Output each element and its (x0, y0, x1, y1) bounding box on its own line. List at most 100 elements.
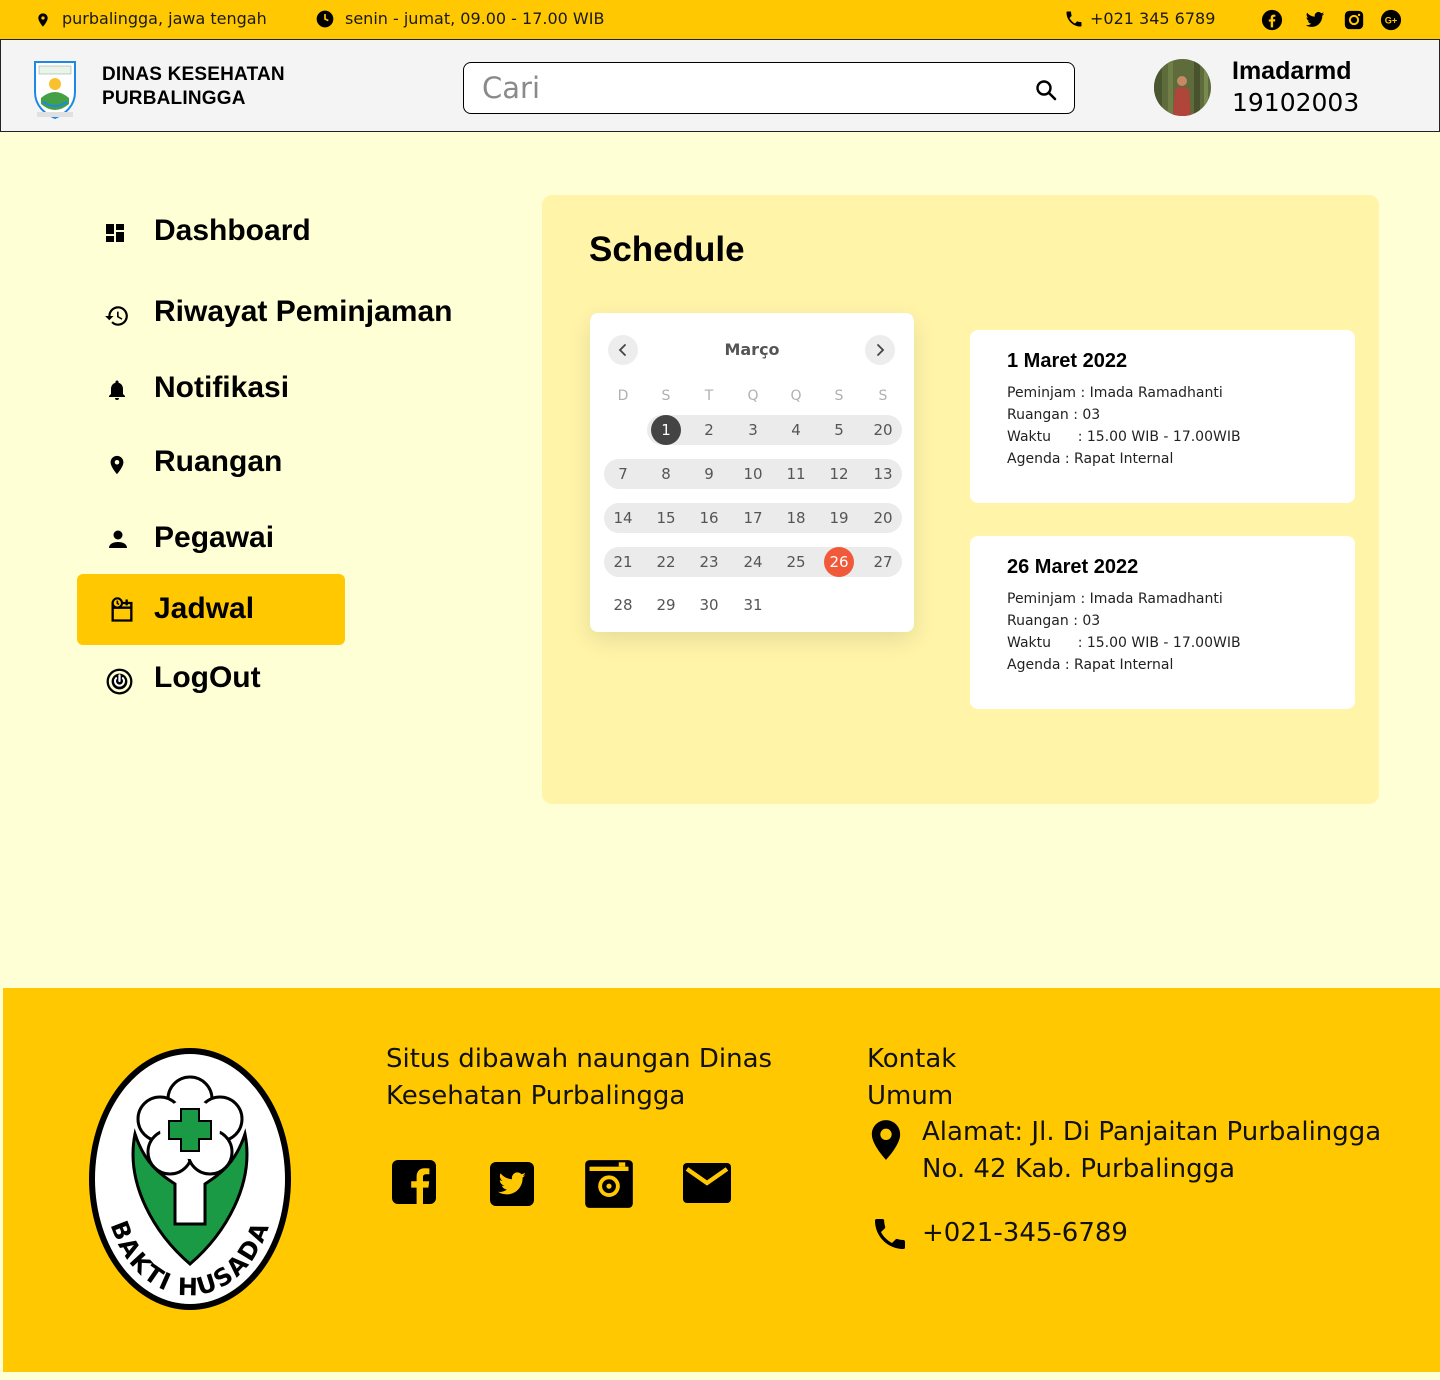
calendar-day[interactable]: 8 (651, 459, 681, 489)
calendar-day[interactable]: 14 (608, 503, 638, 533)
dinas-kesehatan-logo[interactable] (31, 56, 79, 120)
brand-line-2: PURBALINGGA (102, 88, 246, 109)
schedule-icon (108, 596, 136, 624)
schedule-card-date: 26 Maret 2022 (1007, 556, 1139, 578)
calendar-day[interactable]: 9 (694, 459, 724, 489)
bell-icon (105, 377, 129, 403)
sidebar-item-label: Pegawai (154, 521, 275, 554)
sidebar-item-ruangan[interactable]: Ruangan (77, 427, 345, 497)
calendar-week-highlight (647, 415, 902, 445)
google-plus-icon[interactable]: G+ (1380, 9, 1402, 31)
footer-address: Alamat: Jl. Di Panjaitan Purbalingga No.… (922, 1114, 1381, 1188)
calendar-day[interactable]: 5 (824, 415, 854, 445)
calendar-day[interactable]: 16 (694, 503, 724, 533)
sidebar-item-pegawai[interactable]: Pegawai (77, 503, 345, 573)
calendar-day[interactable]: 21 (608, 547, 638, 577)
calendar-day[interactable]: 13 (868, 459, 898, 489)
header: DINAS KESEHATAN PURBALINGGA Imadarmd 191… (0, 39, 1440, 132)
location-pin-icon (106, 452, 128, 478)
calendar-day[interactable]: 30 (694, 590, 724, 620)
location-pin-icon (869, 1118, 903, 1162)
calendar-weekday: S (878, 388, 888, 404)
instagram-icon[interactable] (1343, 9, 1365, 31)
brand-line-1: DINAS KESEHATAN (102, 64, 285, 85)
sidebar-item-jadwal[interactable]: Jadwal (77, 574, 345, 645)
calendar-day[interactable]: 31 (738, 590, 768, 620)
calendar-day[interactable]: 1 (651, 415, 681, 445)
calendar-weekday: Q (790, 388, 802, 404)
brand-name: DINAS KESEHATAN PURBALINGGA (102, 63, 285, 111)
calendar-day[interactable]: 28 (608, 590, 638, 620)
schedule-card-peminjam: Peminjam : Imada Ramadhanti (1007, 591, 1223, 607)
schedule-card-ruangan: Ruangan : 03 (1007, 613, 1101, 629)
svg-text:G+: G+ (1385, 16, 1397, 26)
calendar-day[interactable]: 26 (824, 547, 854, 577)
calendar-day[interactable]: 22 (651, 547, 681, 577)
search-input[interactable] (482, 69, 1022, 107)
calendar-weekday: Q (747, 388, 759, 404)
sidebar-item-dashboard[interactable]: Dashboard (77, 196, 345, 266)
footer-about-line-2: Kesehatan Purbalingga (386, 1081, 686, 1111)
bakti-husada-logo: BAKTI HUSADA (85, 1044, 295, 1314)
person-icon (106, 527, 130, 551)
schedule-card-agenda: Agenda : Rapat Internal (1007, 451, 1174, 467)
calendar-day[interactable]: 7 (608, 459, 638, 489)
calendar: Março D S T Q Q S S 1 2 3 4 5 20 7 8 9 10 11 12 13 14 15 16 17 1… (590, 313, 914, 632)
dashboard-icon (103, 221, 127, 245)
calendar-weekday: D (617, 388, 629, 404)
schedule-card-peminjam: Peminjam : Imada Ramadhanti (1007, 385, 1223, 401)
calendar-day[interactable]: 15 (651, 503, 681, 533)
search-icon[interactable] (1034, 78, 1058, 102)
user-name: Imadarmd (1232, 57, 1352, 85)
footer-address-line-1: Alamat: Jl. Di Panjaitan Purbalingga (922, 1117, 1382, 1147)
calendar-day[interactable]: 23 (694, 547, 724, 577)
search-box (463, 62, 1075, 114)
footer: BAKTI HUSADA Situs dibawah naungan Dinas… (3, 988, 1440, 1372)
sidebar-item-label: Notifikasi (154, 371, 290, 404)
twitter-icon[interactable] (1304, 10, 1326, 30)
history-icon (103, 303, 131, 329)
footer-contact-title-line-1: Kontak (867, 1044, 957, 1074)
calendar-day[interactable]: 20 (868, 503, 898, 533)
phone-icon (1064, 9, 1084, 29)
calendar-day[interactable]: 19 (824, 503, 854, 533)
calendar-day[interactable]: 25 (781, 547, 811, 577)
sidebar-item-notifikasi[interactable]: Notifikasi (77, 353, 345, 423)
mail-icon[interactable] (681, 1161, 733, 1205)
sidebar-item-label: Jadwal (154, 592, 255, 625)
schedule-card[interactable]: 1 Maret 2022 Peminjam : Imada Ramadhanti… (970, 330, 1355, 503)
instagram-icon[interactable] (583, 1158, 635, 1210)
calendar-day[interactable]: 27 (868, 547, 898, 577)
calendar-day[interactable]: 24 (738, 547, 768, 577)
calendar-next-button[interactable] (865, 335, 895, 365)
sidebar-item-riwayat-peminjaman[interactable]: Riwayat Peminjaman (77, 277, 452, 347)
calendar-day[interactable]: 17 (738, 503, 768, 533)
calendar-day[interactable]: 12 (824, 459, 854, 489)
avatar[interactable] (1154, 59, 1211, 116)
phone-text: +021 345 6789 (1090, 9, 1216, 28)
calendar-day[interactable]: 18 (781, 503, 811, 533)
office-hours-text: senin - jumat, 09.00 - 17.00 WIB (345, 9, 605, 28)
user-id: 19102003 (1232, 88, 1360, 117)
sidebar-item-logout[interactable]: LogOut (77, 643, 345, 713)
footer-about-line-1: Situs dibawah naungan Dinas (386, 1044, 773, 1074)
twitter-icon[interactable] (488, 1160, 536, 1208)
sidebar-item-label: Riwayat Peminjaman (154, 295, 453, 328)
calendar-weekday: S (661, 388, 671, 404)
calendar-day[interactable]: 10 (738, 459, 768, 489)
location-text: purbalingga, jawa tengah (62, 9, 267, 28)
schedule-card-agenda: Agenda : Rapat Internal (1007, 657, 1174, 673)
calendar-day[interactable]: 20 (868, 415, 898, 445)
calendar-day[interactable]: 11 (781, 459, 811, 489)
calendar-day[interactable]: 4 (781, 415, 811, 445)
calendar-weekday: T (704, 388, 714, 404)
facebook-icon[interactable] (390, 1158, 438, 1206)
schedule-card-ruangan: Ruangan : 03 (1007, 407, 1101, 423)
facebook-icon[interactable] (1261, 9, 1283, 31)
calendar-day[interactable]: 3 (738, 415, 768, 445)
schedule-card[interactable]: 26 Maret 2022 Peminjam : Imada Ramadhant… (970, 536, 1355, 709)
phone-icon (870, 1214, 910, 1254)
calendar-day[interactable]: 2 (694, 415, 724, 445)
sidebar-item-label: Dashboard (154, 214, 311, 247)
calendar-day[interactable]: 29 (651, 590, 681, 620)
